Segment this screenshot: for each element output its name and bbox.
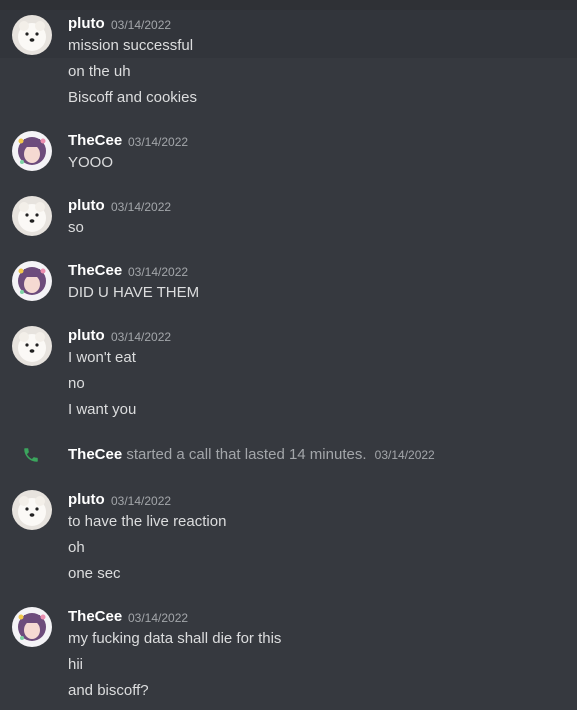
message-text: hii bbox=[68, 656, 84, 673]
message-text: mission successful bbox=[68, 37, 194, 54]
call-text: started a call that lasted 14 minutes. bbox=[126, 446, 367, 463]
message-text: Biscoff and cookies bbox=[68, 89, 197, 106]
avatar[interactable] bbox=[12, 490, 52, 530]
message-text: I want you bbox=[68, 401, 137, 418]
message-text: so bbox=[68, 219, 84, 236]
username[interactable]: pluto bbox=[68, 15, 105, 32]
avatar[interactable] bbox=[12, 326, 52, 366]
timestamp: 03/14/2022 bbox=[128, 265, 189, 279]
top-bar bbox=[0, 0, 577, 10]
chat-message-list: pluto 03/14/2022 mission successful on t… bbox=[0, 0, 577, 710]
avatar[interactable] bbox=[12, 607, 52, 647]
username[interactable]: pluto bbox=[68, 491, 105, 508]
message-text: on the uh bbox=[68, 63, 131, 80]
message-text: YOOO bbox=[68, 154, 114, 171]
username[interactable]: TheCee bbox=[68, 446, 122, 463]
timestamp: 03/14/2022 bbox=[128, 611, 189, 625]
message-text: I won't eat bbox=[68, 349, 136, 366]
avatar[interactable] bbox=[12, 196, 52, 236]
message-text: DID U HAVE THEM bbox=[68, 284, 200, 301]
timestamp: 03/14/2022 bbox=[111, 494, 172, 508]
timestamp: 03/14/2022 bbox=[128, 135, 189, 149]
timestamp: 03/14/2022 bbox=[111, 330, 172, 344]
timestamp: 03/14/2022 bbox=[111, 200, 172, 214]
message-text: oh bbox=[68, 539, 85, 556]
message-text: to have the live reaction bbox=[68, 513, 227, 530]
username[interactable]: TheCee bbox=[68, 132, 122, 149]
username[interactable]: pluto bbox=[68, 197, 105, 214]
phone-icon bbox=[22, 446, 40, 464]
timestamp: 03/14/2022 bbox=[374, 448, 435, 462]
timestamp: 03/14/2022 bbox=[111, 18, 172, 32]
message-text: and biscoff? bbox=[68, 682, 149, 699]
message-text: my fucking data shall die for this bbox=[68, 630, 282, 647]
avatar[interactable] bbox=[12, 261, 52, 301]
username[interactable]: TheCee bbox=[68, 608, 122, 625]
avatar[interactable] bbox=[12, 15, 52, 55]
message-text: one sec bbox=[68, 565, 121, 582]
username[interactable]: TheCee bbox=[68, 262, 122, 279]
avatar[interactable] bbox=[12, 131, 52, 171]
username[interactable]: pluto bbox=[68, 327, 105, 344]
call-system-message: TheCee started a call that lasted 14 min… bbox=[68, 446, 435, 463]
message-text: no bbox=[68, 375, 85, 392]
